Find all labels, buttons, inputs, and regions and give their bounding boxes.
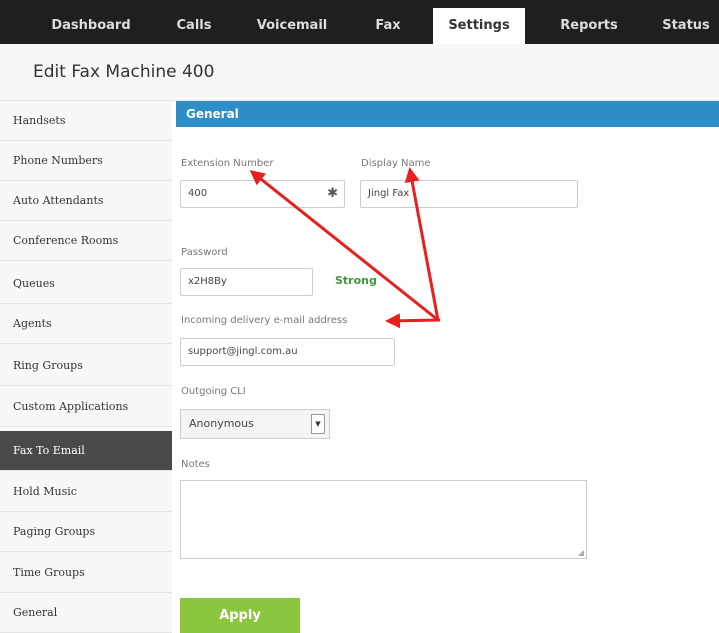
arrow-to-extension-label xyxy=(249,170,439,322)
arrow-to-display-name-label xyxy=(404,167,440,321)
annotation-arrows xyxy=(249,167,441,329)
arrow-to-email-label xyxy=(385,313,441,329)
